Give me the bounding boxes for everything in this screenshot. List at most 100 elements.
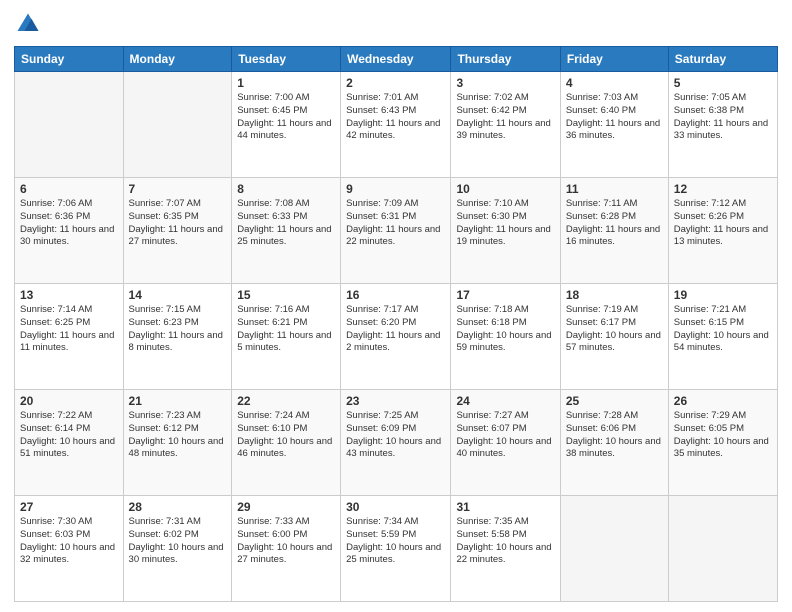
day-cell: 5 Sunrise: 7:05 AM Sunset: 6:38 PM Daylig… xyxy=(668,72,777,178)
week-row-5: 27 Sunrise: 7:30 AM Sunset: 6:03 PM Dayli… xyxy=(15,496,778,602)
day-info: Sunrise: 7:24 AM Sunset: 6:10 PM Dayligh… xyxy=(237,410,335,461)
day-info: Sunrise: 7:33 AM Sunset: 6:00 PM Dayligh… xyxy=(237,516,335,567)
day-info: Sunrise: 7:07 AM Sunset: 6:35 PM Dayligh… xyxy=(129,198,227,249)
day-number: 8 xyxy=(237,182,335,196)
day-info: Sunrise: 7:11 AM Sunset: 6:28 PM Dayligh… xyxy=(566,198,663,249)
day-info: Sunrise: 7:29 AM Sunset: 6:05 PM Dayligh… xyxy=(674,410,772,461)
day-info: Sunrise: 7:21 AM Sunset: 6:15 PM Dayligh… xyxy=(674,304,772,355)
day-cell: 19Sunrise: 7:21 AM Sunset: 6:15 PM Dayli… xyxy=(668,284,777,390)
day-cell: 31 Sunrise: 7:35 AM Sunset: 5:58 PM Dayli… xyxy=(451,496,560,602)
day-number: 27 xyxy=(20,500,118,514)
day-number: 18 xyxy=(566,288,663,302)
calendar-header: SundayMondayTuesdayWednesdayThursdayFrid… xyxy=(15,47,778,72)
day-info: Sunrise: 7:10 AM Sunset: 6:30 PM Dayligh… xyxy=(456,198,554,249)
day-info: Sunrise: 7:30 AM Sunset: 6:03 PM Dayligh… xyxy=(20,516,118,567)
day-cell xyxy=(560,496,668,602)
day-info: Sunrise: 7:09 AM Sunset: 6:31 PM Dayligh… xyxy=(346,198,445,249)
day-cell: 18 Sunrise: 7:19 AM Sunset: 6:17 PM Dayli… xyxy=(560,284,668,390)
day-info: Sunrise: 7:14 AM Sunset: 6:25 PM Dayligh… xyxy=(20,304,118,355)
day-info: Sunrise: 7:05 AM Sunset: 6:38 PM Dayligh… xyxy=(674,92,772,143)
logo xyxy=(14,10,46,38)
day-cell: 16 Sunrise: 7:17 AM Sunset: 6:20 PM Dayli… xyxy=(341,284,451,390)
header-row: SundayMondayTuesdayWednesdayThursdayFrid… xyxy=(15,47,778,72)
day-cell: 23 Sunrise: 7:25 AM Sunset: 6:09 PM Dayli… xyxy=(341,390,451,496)
day-header-wednesday: Wednesday xyxy=(341,47,451,72)
day-header-tuesday: Tuesday xyxy=(232,47,341,72)
day-cell: 27 Sunrise: 7:30 AM Sunset: 6:03 PM Dayli… xyxy=(15,496,124,602)
day-number: 31 xyxy=(456,500,554,514)
day-number: 23 xyxy=(346,394,445,408)
week-row-2: 6 Sunrise: 7:06 AM Sunset: 6:36 PM Daylig… xyxy=(15,178,778,284)
day-info: Sunrise: 7:16 AM Sunset: 6:21 PM Dayligh… xyxy=(237,304,335,355)
day-cell xyxy=(123,72,232,178)
day-info: Sunrise: 7:35 AM Sunset: 5:58 PM Dayligh… xyxy=(456,516,554,567)
day-header-thursday: Thursday xyxy=(451,47,560,72)
week-row-4: 20Sunrise: 7:22 AM Sunset: 6:14 PM Dayli… xyxy=(15,390,778,496)
day-cell: 29 Sunrise: 7:33 AM Sunset: 6:00 PM Dayli… xyxy=(232,496,341,602)
day-number: 4 xyxy=(566,76,663,90)
day-info: Sunrise: 7:27 AM Sunset: 6:07 PM Dayligh… xyxy=(456,410,554,461)
day-cell: 8Sunrise: 7:08 AM Sunset: 6:33 PM Daylig… xyxy=(232,178,341,284)
main-container: SundayMondayTuesdayWednesdayThursdayFrid… xyxy=(0,0,792,612)
day-cell: 30Sunrise: 7:34 AM Sunset: 5:59 PM Dayli… xyxy=(341,496,451,602)
day-info: Sunrise: 7:03 AM Sunset: 6:40 PM Dayligh… xyxy=(566,92,663,143)
day-info: Sunrise: 7:01 AM Sunset: 6:43 PM Dayligh… xyxy=(346,92,445,143)
day-number: 6 xyxy=(20,182,118,196)
day-cell: 22 Sunrise: 7:24 AM Sunset: 6:10 PM Dayli… xyxy=(232,390,341,496)
day-header-monday: Monday xyxy=(123,47,232,72)
day-number: 1 xyxy=(237,76,335,90)
day-number: 14 xyxy=(129,288,227,302)
day-cell: 25Sunrise: 7:28 AM Sunset: 6:06 PM Dayli… xyxy=(560,390,668,496)
day-cell: 21 Sunrise: 7:23 AM Sunset: 6:12 PM Dayli… xyxy=(123,390,232,496)
day-cell: 4 Sunrise: 7:03 AM Sunset: 6:40 PM Daylig… xyxy=(560,72,668,178)
day-header-sunday: Sunday xyxy=(15,47,124,72)
day-info: Sunrise: 7:19 AM Sunset: 6:17 PM Dayligh… xyxy=(566,304,663,355)
day-number: 28 xyxy=(129,500,227,514)
day-info: Sunrise: 7:17 AM Sunset: 6:20 PM Dayligh… xyxy=(346,304,445,355)
day-number: 15 xyxy=(237,288,335,302)
day-number: 9 xyxy=(346,182,445,196)
day-cell: 15 Sunrise: 7:16 AM Sunset: 6:21 PM Dayli… xyxy=(232,284,341,390)
day-cell: 1 Sunrise: 7:00 AM Sunset: 6:45 PM Daylig… xyxy=(232,72,341,178)
day-cell: 9 Sunrise: 7:09 AM Sunset: 6:31 PM Daylig… xyxy=(341,178,451,284)
day-number: 13 xyxy=(20,288,118,302)
logo-icon xyxy=(14,10,42,38)
day-info: Sunrise: 7:25 AM Sunset: 6:09 PM Dayligh… xyxy=(346,410,445,461)
day-number: 26 xyxy=(674,394,772,408)
day-cell: 28 Sunrise: 7:31 AM Sunset: 6:02 PM Dayli… xyxy=(123,496,232,602)
day-info: Sunrise: 7:12 AM Sunset: 6:26 PM Dayligh… xyxy=(674,198,772,249)
day-info: Sunrise: 7:23 AM Sunset: 6:12 PM Dayligh… xyxy=(129,410,227,461)
day-cell xyxy=(15,72,124,178)
day-cell: 11Sunrise: 7:11 AM Sunset: 6:28 PM Dayli… xyxy=(560,178,668,284)
day-number: 3 xyxy=(456,76,554,90)
day-number: 24 xyxy=(456,394,554,408)
day-number: 16 xyxy=(346,288,445,302)
day-number: 17 xyxy=(456,288,554,302)
day-info: Sunrise: 7:00 AM Sunset: 6:45 PM Dayligh… xyxy=(237,92,335,143)
day-number: 10 xyxy=(456,182,554,196)
day-cell xyxy=(668,496,777,602)
day-cell: 17Sunrise: 7:18 AM Sunset: 6:18 PM Dayli… xyxy=(451,284,560,390)
calendar-body: 1 Sunrise: 7:00 AM Sunset: 6:45 PM Daylig… xyxy=(15,72,778,602)
day-info: Sunrise: 7:15 AM Sunset: 6:23 PM Dayligh… xyxy=(129,304,227,355)
day-number: 21 xyxy=(129,394,227,408)
day-cell: 20Sunrise: 7:22 AM Sunset: 6:14 PM Dayli… xyxy=(15,390,124,496)
day-info: Sunrise: 7:31 AM Sunset: 6:02 PM Dayligh… xyxy=(129,516,227,567)
day-cell: 26 Sunrise: 7:29 AM Sunset: 6:05 PM Dayli… xyxy=(668,390,777,496)
day-cell: 24 Sunrise: 7:27 AM Sunset: 6:07 PM Dayli… xyxy=(451,390,560,496)
day-header-saturday: Saturday xyxy=(668,47,777,72)
week-row-3: 13 Sunrise: 7:14 AM Sunset: 6:25 PM Dayli… xyxy=(15,284,778,390)
day-number: 20 xyxy=(20,394,118,408)
day-number: 22 xyxy=(237,394,335,408)
day-info: Sunrise: 7:28 AM Sunset: 6:06 PM Dayligh… xyxy=(566,410,663,461)
day-number: 7 xyxy=(129,182,227,196)
day-number: 5 xyxy=(674,76,772,90)
day-cell: 3Sunrise: 7:02 AM Sunset: 6:42 PM Daylig… xyxy=(451,72,560,178)
day-number: 29 xyxy=(237,500,335,514)
day-number: 30 xyxy=(346,500,445,514)
week-row-1: 1 Sunrise: 7:00 AM Sunset: 6:45 PM Daylig… xyxy=(15,72,778,178)
day-cell: 7 Sunrise: 7:07 AM Sunset: 6:35 PM Daylig… xyxy=(123,178,232,284)
day-info: Sunrise: 7:06 AM Sunset: 6:36 PM Dayligh… xyxy=(20,198,118,249)
header xyxy=(14,10,778,38)
day-cell: 2Sunrise: 7:01 AM Sunset: 6:43 PM Daylig… xyxy=(341,72,451,178)
